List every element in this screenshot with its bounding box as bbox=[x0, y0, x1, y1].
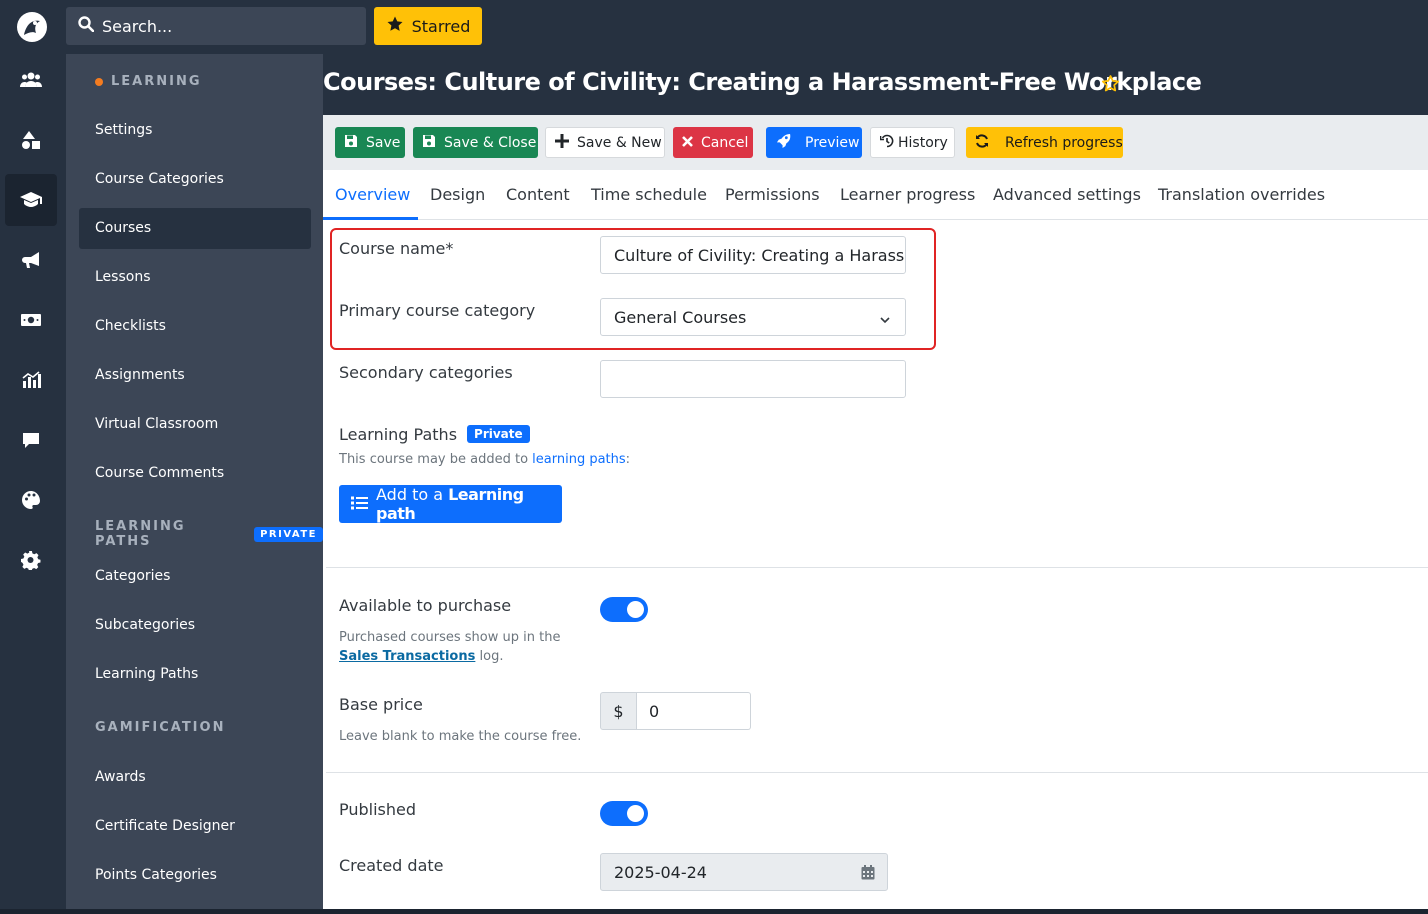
base-price-input[interactable]: 0 bbox=[637, 692, 751, 730]
tab-time-schedule[interactable]: Time schedule bbox=[591, 185, 707, 204]
refresh-icon bbox=[975, 133, 989, 152]
logo-icon[interactable] bbox=[14, 9, 50, 45]
comment-icon[interactable] bbox=[5, 414, 57, 466]
base-price-group: $ 0 bbox=[600, 692, 751, 730]
calendar-icon[interactable] bbox=[861, 865, 875, 884]
search-box[interactable] bbox=[66, 7, 366, 45]
icon-rail bbox=[0, 54, 66, 914]
available-to-purchase-toggle[interactable] bbox=[600, 597, 648, 622]
course-name-label: Course name* bbox=[339, 239, 454, 258]
sidebar-item-learning-paths[interactable]: Learning Paths bbox=[79, 654, 311, 695]
sidebar-item-lessons[interactable]: Lessons bbox=[79, 257, 311, 298]
search-input[interactable] bbox=[102, 16, 342, 36]
toolbar: Save Save & Close Save & New Cancel Prev… bbox=[323, 115, 1428, 170]
page-title: Courses: Culture of Civility: Creating a… bbox=[323, 68, 1202, 96]
learning-paths-link[interactable]: learning paths bbox=[532, 452, 626, 467]
add-to-learning-path-button[interactable]: Add to a Learning path bbox=[339, 485, 562, 523]
cancel-button[interactable]: Cancel bbox=[673, 127, 753, 158]
page-header: Courses: Culture of Civility: Creating a… bbox=[323, 54, 1428, 115]
published-label: Published bbox=[339, 800, 417, 819]
top-bar: Starred bbox=[0, 0, 1428, 54]
active-tab-indicator bbox=[323, 217, 418, 220]
users-icon[interactable] bbox=[5, 54, 57, 106]
created-date-input[interactable]: 2025-04-24 bbox=[600, 853, 888, 891]
base-price-label: Base price bbox=[339, 695, 423, 714]
sidebar-item-subcategories[interactable]: Subcategories bbox=[79, 605, 311, 646]
starred-label: Starred bbox=[411, 16, 471, 36]
sidebar-item-settings[interactable]: Settings bbox=[79, 110, 311, 151]
section-divider bbox=[326, 567, 1428, 568]
sidebar-heading-learning-paths: LEARNING PATHS PRIVATE bbox=[95, 519, 323, 549]
list-icon bbox=[351, 495, 368, 514]
save-button[interactable]: Save bbox=[335, 127, 405, 158]
star-icon bbox=[386, 15, 404, 37]
tab-learner-progress[interactable]: Learner progress bbox=[840, 185, 975, 204]
learning-paths-label: Learning Paths Private bbox=[339, 425, 530, 444]
money-icon[interactable] bbox=[5, 294, 57, 346]
megaphone-icon[interactable] bbox=[5, 234, 57, 286]
sidebar-item-courses[interactable]: Courses bbox=[79, 208, 311, 249]
starred-button[interactable]: Starred bbox=[374, 7, 482, 45]
sidebar-heading-gamification: GAMIFICATION bbox=[95, 720, 226, 735]
gear-icon[interactable] bbox=[5, 534, 57, 586]
tab-design[interactable]: Design bbox=[430, 185, 485, 204]
main-content: Overview Design Content Time schedule Pe… bbox=[323, 170, 1428, 909]
tab-overview[interactable]: Overview bbox=[335, 185, 410, 204]
secondary-categories-input[interactable] bbox=[600, 360, 906, 398]
chart-icon[interactable] bbox=[5, 354, 57, 406]
sales-transactions-link[interactable]: Sales Transactions bbox=[339, 649, 475, 664]
rocket-icon bbox=[776, 133, 791, 152]
published-toggle[interactable] bbox=[600, 801, 648, 826]
course-name-input[interactable]: Culture of Civility: Creating a Harassme… bbox=[600, 236, 906, 274]
sidebar: LEARNING Settings Course Categories Cour… bbox=[66, 54, 323, 909]
created-date-label: Created date bbox=[339, 856, 444, 875]
search-icon bbox=[78, 16, 95, 36]
save-new-button[interactable]: Save & New bbox=[545, 127, 665, 158]
primary-category-label: Primary course category bbox=[339, 301, 536, 320]
save-close-button[interactable]: Save & Close bbox=[413, 127, 538, 158]
graduation-cap-icon[interactable] bbox=[5, 174, 57, 226]
available-to-purchase-label: Available to purchase bbox=[339, 596, 512, 615]
refresh-progress-button[interactable]: Refresh progress bbox=[966, 127, 1123, 158]
history-button[interactable]: History bbox=[870, 127, 955, 158]
learning-paths-help: This course may be added to learning pat… bbox=[339, 452, 631, 467]
tab-bar: Overview Design Content Time schedule Pe… bbox=[323, 170, 1428, 220]
floppy-icon bbox=[344, 134, 358, 152]
tab-content[interactable]: Content bbox=[506, 185, 570, 204]
purchase-help-line-2: Sales Transactions log. bbox=[339, 649, 504, 664]
close-icon bbox=[682, 135, 693, 151]
tab-permissions[interactable]: Permissions bbox=[725, 185, 820, 204]
palette-icon[interactable] bbox=[5, 474, 57, 526]
star-outline-icon[interactable] bbox=[1101, 74, 1120, 97]
secondary-categories-label: Secondary categories bbox=[339, 363, 513, 382]
sidebar-item-categories[interactable]: Categories bbox=[79, 556, 311, 597]
section-divider bbox=[326, 772, 1428, 773]
floppy-icon bbox=[422, 134, 436, 152]
sidebar-item-course-categories[interactable]: Course Categories bbox=[79, 159, 311, 200]
private-badge: PRIVATE bbox=[254, 526, 323, 542]
chevron-down-icon bbox=[879, 311, 891, 330]
bottom-edge bbox=[0, 909, 1428, 914]
currency-addon: $ bbox=[600, 692, 637, 730]
sidebar-item-certificate-designer[interactable]: Certificate Designer bbox=[79, 806, 311, 847]
sidebar-item-points-categories[interactable]: Points Categories bbox=[79, 855, 311, 896]
preview-button[interactable]: Preview bbox=[766, 127, 862, 158]
status-dot bbox=[95, 77, 103, 86]
base-price-help: Leave blank to make the course free. bbox=[339, 729, 582, 744]
primary-category-select[interactable]: General Courses bbox=[600, 298, 906, 336]
sidebar-item-virtual-classroom[interactable]: Virtual Classroom bbox=[79, 404, 311, 445]
purchase-help-line-1: Purchased courses show up in the bbox=[339, 630, 561, 645]
private-badge: Private bbox=[467, 425, 530, 443]
tab-translation-overrides[interactable]: Translation overrides bbox=[1158, 185, 1325, 204]
sidebar-heading-learning: LEARNING bbox=[95, 74, 202, 89]
sidebar-item-course-comments[interactable]: Course Comments bbox=[79, 453, 311, 494]
plus-icon bbox=[555, 133, 569, 152]
history-icon bbox=[879, 134, 894, 152]
tab-advanced-settings[interactable]: Advanced settings bbox=[993, 185, 1141, 204]
shapes-icon[interactable] bbox=[5, 114, 57, 166]
sidebar-item-awards[interactable]: Awards bbox=[79, 757, 311, 798]
sidebar-item-checklists[interactable]: Checklists bbox=[79, 306, 311, 347]
sidebar-item-assignments[interactable]: Assignments bbox=[79, 355, 311, 396]
